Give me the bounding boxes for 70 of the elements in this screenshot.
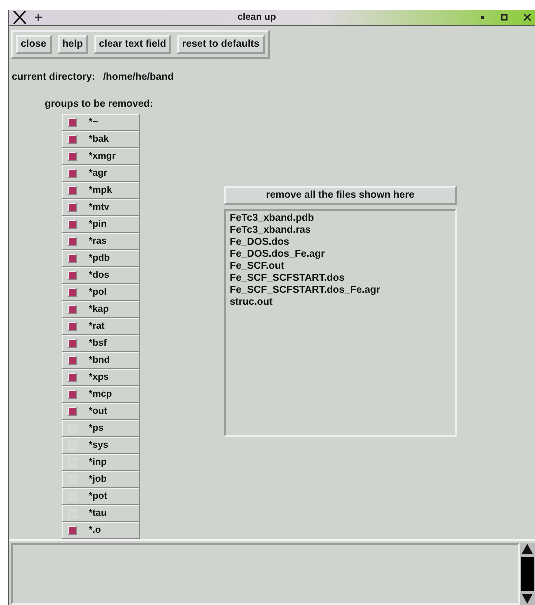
group-checkbutton[interactable]: *pot (62, 488, 140, 505)
checkbox[interactable] (68, 339, 77, 348)
scrollbar[interactable] (520, 543, 535, 605)
group-checkbutton[interactable]: *kap (62, 301, 140, 318)
checkbox[interactable] (68, 254, 77, 263)
checkbox[interactable] (68, 305, 77, 314)
scroll-thumb[interactable] (521, 557, 534, 591)
groups-label: groups to be removed: (45, 99, 154, 110)
group-checkbutton[interactable]: *xmgr (62, 148, 140, 165)
scroll-down-icon[interactable] (521, 593, 534, 605)
minimize-icon[interactable] (480, 15, 485, 20)
group-checkbutton[interactable]: *ras (62, 233, 140, 250)
checkbox[interactable] (68, 526, 77, 535)
maximize-icon[interactable] (501, 14, 508, 21)
checkbox[interactable] (68, 186, 77, 195)
close-icon[interactable] (524, 14, 531, 21)
group-checkbutton[interactable]: *~ (62, 114, 140, 131)
toolbar-button[interactable]: reset to defaults (177, 35, 265, 54)
file-item: FeTc3_xband.pdb (230, 213, 316, 224)
group-checkbutton[interactable]: *out (62, 403, 140, 420)
group-checkbutton[interactable]: *dos (62, 267, 140, 284)
toolbar-button[interactable]: help (58, 35, 88, 54)
checkbox[interactable] (68, 152, 77, 161)
checkbox[interactable] (68, 356, 77, 365)
group-checkbutton[interactable]: *mtv (62, 199, 140, 216)
checkbox[interactable] (68, 220, 77, 229)
toolbar-button[interactable]: close (16, 35, 52, 54)
checkbox[interactable] (68, 169, 77, 178)
group-checkbutton[interactable]: *pin (62, 216, 140, 233)
file-item: Fe_DOS.dos_Fe.agr (230, 249, 326, 260)
checkbox[interactable] (68, 407, 77, 416)
file-item: Fe_SCF.out (230, 261, 286, 272)
file-item: struc.out (230, 297, 274, 308)
checkbox[interactable] (68, 390, 77, 399)
checkbox[interactable] (68, 203, 77, 212)
checkbox[interactable] (68, 322, 77, 331)
plus-icon[interactable] (35, 14, 42, 21)
group-checkbutton[interactable]: *pdb (62, 250, 140, 267)
group-checkbutton[interactable]: *ps (62, 420, 140, 437)
group-checkbutton[interactable]: *mcp (62, 386, 140, 403)
group-checkbutton[interactable]: *sys (62, 437, 140, 454)
checkbox[interactable] (68, 237, 77, 246)
group-checkbutton[interactable]: *tau (62, 505, 140, 522)
checkbox[interactable] (68, 135, 77, 144)
group-checkbutton[interactable]: *agr (62, 165, 140, 182)
file-item: FeTc3_xband.ras (230, 225, 312, 236)
remove-files-button[interactable]: remove all the files shown here (224, 186, 457, 205)
toolbar-button[interactable]: clear text field (94, 35, 172, 54)
group-checkbutton[interactable]: *xps (62, 369, 140, 386)
file-item: Fe_DOS.dos (230, 237, 290, 248)
group-checkbutton[interactable]: *inp (62, 454, 140, 471)
group-checkbutton[interactable]: *rat (62, 318, 140, 335)
x-logo-icon (13, 11, 27, 24)
window-title: clean up (236, 12, 278, 23)
file-item: Fe_SCF_SCFSTART.dos_Fe.agr (230, 285, 382, 296)
group-checkbutton[interactable]: *mpk (62, 182, 140, 199)
scroll-up-icon[interactable] (521, 543, 534, 555)
group-checkbutton[interactable]: *pol (62, 284, 140, 301)
group-checkbutton[interactable]: *bsf (62, 335, 140, 352)
file-item: Fe_SCF_SCFSTART.dos (230, 273, 346, 284)
checkbox[interactable] (68, 288, 77, 297)
checkbox[interactable] (68, 373, 77, 382)
group-checkbutton[interactable]: *.o (62, 522, 140, 539)
directory-label: current directory: (12, 72, 96, 83)
group-checkbutton[interactable]: *job (62, 471, 140, 488)
checkbox[interactable] (68, 118, 77, 127)
directory-path: /home/he/band (103, 72, 174, 83)
checkbox[interactable] (68, 271, 77, 280)
group-checkbutton[interactable]: *bak (62, 131, 140, 148)
group-checkbutton[interactable]: *bnd (62, 352, 140, 369)
